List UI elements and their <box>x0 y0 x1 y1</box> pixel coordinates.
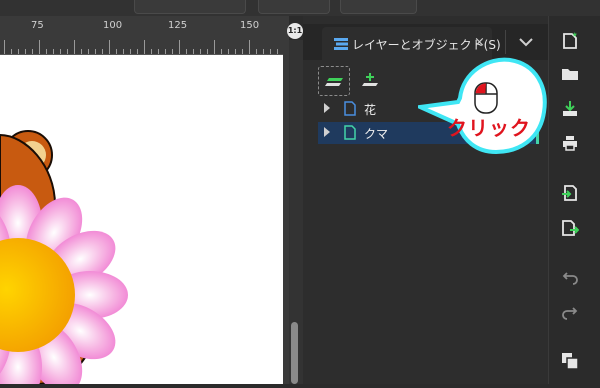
ruler-tick <box>207 49 208 54</box>
x-coordinate-field[interactable] <box>134 0 246 14</box>
ruler-tick <box>4 40 5 54</box>
ruler-tick <box>130 49 131 54</box>
expand-arrow-icon[interactable] <box>324 103 330 113</box>
ruler-tick <box>137 49 138 54</box>
ruler-tick <box>116 49 117 54</box>
ruler-tick <box>263 49 264 54</box>
ruler-tick <box>46 49 47 54</box>
redo-icon[interactable] <box>561 303 579 321</box>
ruler-tick <box>200 49 201 54</box>
ruler-tick <box>249 40 250 54</box>
vertical-scrollbar[interactable] <box>289 40 303 384</box>
ruler-tick <box>235 49 236 54</box>
ruler-tick <box>193 49 194 54</box>
ruler-label: 100 <box>103 20 123 31</box>
ruler-tick <box>109 40 110 54</box>
add-layer-icon <box>325 78 343 86</box>
ruler-label: 125 <box>168 20 188 31</box>
ruler-tick <box>165 49 166 54</box>
ruler-tick <box>32 49 33 54</box>
ruler-tick <box>270 49 271 54</box>
ruler-tick <box>39 40 40 54</box>
ruler-tick <box>123 49 124 54</box>
import-icon[interactable] <box>561 184 579 202</box>
ruler-tick <box>158 49 159 54</box>
ruler-label: 75 <box>31 20 44 31</box>
duplicate-icon[interactable] <box>561 352 579 370</box>
ruler-tick <box>242 49 243 54</box>
print-icon[interactable] <box>561 134 579 152</box>
zoom-1-1-button[interactable]: 1:1 <box>287 23 303 39</box>
expand-arrow-icon[interactable] <box>324 127 330 137</box>
ruler-tick <box>18 49 19 54</box>
ruler-tick <box>11 49 12 54</box>
add-layer-button[interactable] <box>318 66 350 96</box>
ruler-tick <box>172 49 173 54</box>
tab-divider <box>505 30 506 54</box>
ruler-tick <box>88 49 89 54</box>
layer-label: 花 <box>364 103 377 117</box>
undo-icon[interactable] <box>561 268 579 286</box>
new-document-icon[interactable] <box>561 32 579 50</box>
ruler-tick <box>179 40 180 54</box>
layer-document-icon <box>344 101 356 116</box>
click-instruction-text: クリック <box>447 116 531 140</box>
ruler-tick <box>53 49 54 54</box>
export-icon[interactable] <box>561 219 579 237</box>
mouse-left-click-icon <box>474 82 498 114</box>
top-toolbar-strip <box>0 0 600 16</box>
scrollbar-thumb[interactable] <box>291 322 298 384</box>
ruler-tick <box>102 49 103 54</box>
layer-document-icon <box>344 125 356 140</box>
save-icon[interactable] <box>561 100 579 118</box>
horizontal-ruler: 75 100 125 150 <box>0 16 283 55</box>
ruler-tick <box>214 40 215 54</box>
layer-label: クマ <box>364 127 389 141</box>
ruler-tick <box>151 49 152 54</box>
ruler-tick <box>221 49 222 54</box>
close-tab-icon[interactable]: × <box>474 35 485 50</box>
ruler-label: 150 <box>240 20 260 31</box>
layers-icon <box>334 38 348 50</box>
add-sublayer-button[interactable] <box>356 66 386 94</box>
y-coordinate-field[interactable] <box>340 0 417 14</box>
ruler-tick <box>186 49 187 54</box>
ruler-tick <box>25 49 26 54</box>
drawing-canvas[interactable] <box>0 55 283 388</box>
ruler-tick <box>228 49 229 54</box>
ruler-tick <box>256 49 257 54</box>
open-folder-icon[interactable] <box>561 65 579 83</box>
ruler-tick <box>144 40 145 54</box>
ruler-tick <box>277 49 278 54</box>
ruler-tick <box>81 49 82 54</box>
bear-and-flower-illustration <box>0 130 128 388</box>
add-sublayer-icon <box>362 73 378 86</box>
ruler-tick <box>74 40 75 54</box>
ruler-tick <box>67 49 68 54</box>
ruler-tick <box>60 49 61 54</box>
ruler-tick <box>95 49 96 54</box>
w-coordinate-field[interactable] <box>258 0 330 14</box>
